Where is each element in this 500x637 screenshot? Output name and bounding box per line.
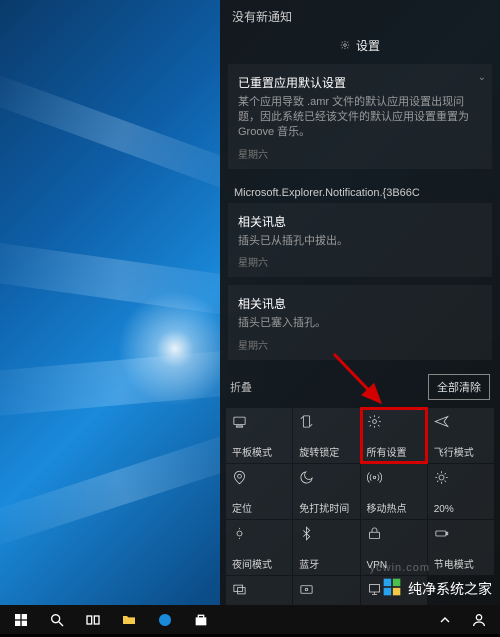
airplane-icon xyxy=(434,413,488,429)
notification-title: 相关讯息 xyxy=(238,295,482,312)
tile-location[interactable]: 定位 xyxy=(226,464,292,519)
tile-tablet-mode[interactable]: 平板模式 xyxy=(226,408,292,463)
search-button[interactable] xyxy=(40,605,74,634)
notification-time: 星期六 xyxy=(238,337,482,352)
tile-label: 所有设置 xyxy=(367,449,421,459)
start-button[interactable] xyxy=(4,605,38,634)
chevron-down-icon[interactable]: ⌄ xyxy=(478,72,486,83)
tile-all-settings[interactable]: 所有设置 xyxy=(361,408,427,463)
gear-icon xyxy=(367,413,421,429)
notification-card[interactable]: 相关讯息 插头已从插孔中拔出。 星期六 xyxy=(228,203,492,278)
tile-bluetooth[interactable]: 蓝牙 xyxy=(293,520,359,575)
watermark-text: 纯净系统之家 xyxy=(408,579,492,599)
clear-all-button[interactable]: 全部清除 xyxy=(428,374,490,400)
store-button[interactable] xyxy=(184,605,218,634)
sun-icon xyxy=(434,469,488,485)
tray-people-icon[interactable] xyxy=(462,605,496,634)
notification-body: 某个应用导致 .amr 文件的默认应用设置出现问题，因此系统已经该文件的默认应用… xyxy=(238,95,482,140)
file-explorer-button[interactable] xyxy=(112,605,146,634)
tile-label: 蓝牙 xyxy=(299,561,353,571)
notification-card[interactable]: 相关讯息 插头已塞入插孔。 星期六 xyxy=(228,285,492,360)
vpn-icon xyxy=(367,525,421,541)
location-icon xyxy=(232,469,286,485)
tile-battery-saver[interactable]: 节电模式 xyxy=(428,520,494,575)
watermark: 纯净系统之家 xyxy=(382,577,492,600)
notification-time: 星期六 xyxy=(238,146,482,161)
tile-label: 节电模式 xyxy=(434,561,488,571)
notification-time: 星期六 xyxy=(238,254,482,269)
tile-quiet-hours[interactable]: 免打扰时间 xyxy=(293,464,359,519)
tile-label: 飞行模式 xyxy=(434,449,488,459)
notification-body: 插头已塞入插孔。 xyxy=(238,316,482,331)
edge-button[interactable] xyxy=(148,605,182,634)
project-icon xyxy=(232,581,286,597)
settings-label: 设置 xyxy=(356,37,380,54)
notification-title: 已重置应用默认设置 xyxy=(238,74,482,91)
notification-card[interactable]: ⌄ 已重置应用默认设置 某个应用导致 .amr 文件的默认应用设置出现问题，因此… xyxy=(228,64,492,169)
rotation-icon xyxy=(299,413,353,429)
tile-airplane-mode[interactable]: 飞行模式 xyxy=(428,408,494,463)
battery-icon xyxy=(434,525,488,541)
connect-icon xyxy=(299,581,353,597)
tile-rotation-lock[interactable]: 旋转锁定 xyxy=(293,408,359,463)
tile-label: 免打扰时间 xyxy=(299,505,353,515)
action-center-panel: 没有新通知 设置 ⌄ 已重置应用默认设置 某个应用导致 .amr 文件的默认应用… xyxy=(220,0,500,605)
tile-label: 夜间模式 xyxy=(232,561,286,571)
tile-night-light[interactable]: 夜间模式 xyxy=(226,520,292,575)
tile-label: 定位 xyxy=(232,505,286,515)
tablet-icon xyxy=(232,413,286,429)
gear-icon xyxy=(340,39,350,53)
tile-mobile-hotspot[interactable]: 移动热点 xyxy=(361,464,427,519)
watermark-faint: ycwin.com xyxy=(370,562,430,574)
taskbar[interactable] xyxy=(0,605,500,634)
notification-title: 相关讯息 xyxy=(238,213,482,230)
settings-section-header[interactable]: 设置 xyxy=(220,31,500,64)
tile-label: 移动热点 xyxy=(367,505,421,515)
tile-brightness[interactable]: 20% xyxy=(428,464,494,519)
notification-group-header[interactable]: Microsoft.Explorer.Notification.{3B66C xyxy=(220,177,500,203)
tile-label: 20% xyxy=(434,505,488,515)
task-view-button[interactable] xyxy=(76,605,110,634)
notification-body: 插头已从插孔中拔出。 xyxy=(238,234,482,249)
collapse-link[interactable]: 折叠 xyxy=(230,379,252,395)
nightlight-icon xyxy=(232,525,286,541)
moon-icon xyxy=(299,469,353,485)
bluetooth-icon xyxy=(299,525,353,541)
watermark-logo-icon xyxy=(382,577,402,600)
tile-label: 平板模式 xyxy=(232,449,286,459)
tile-label: 旋转锁定 xyxy=(299,449,353,459)
no-new-notifications: 没有新通知 xyxy=(220,0,500,31)
tray-chevron[interactable] xyxy=(428,605,462,634)
quick-action-tiles: 平板模式旋转锁定所有设置飞行模式定位免打扰时间移动热点20%夜间模式蓝牙VPN节… xyxy=(220,408,500,637)
hotspot-icon xyxy=(367,469,421,485)
